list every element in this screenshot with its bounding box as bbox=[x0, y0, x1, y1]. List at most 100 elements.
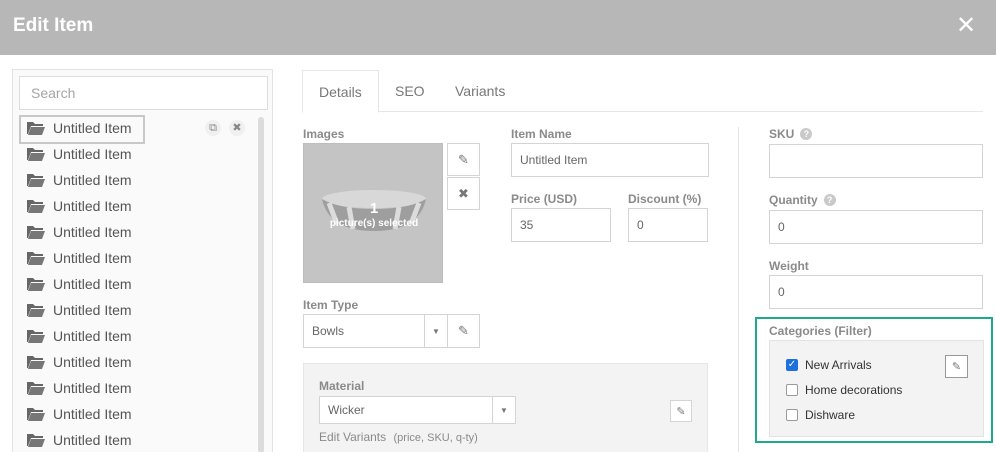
remove-images-button[interactable]: ✖ bbox=[447, 177, 480, 210]
tab-details[interactable]: Details bbox=[302, 70, 379, 113]
edit-images-button[interactable]: ✎ bbox=[447, 143, 480, 176]
tree-item-label: Untitled Item bbox=[53, 406, 132, 422]
folder-open-icon bbox=[27, 278, 45, 291]
sku-label: SKU? bbox=[769, 127, 813, 141]
chevron-down-icon: ▼ bbox=[500, 405, 508, 415]
tree-item-label: Untitled Item bbox=[53, 380, 132, 396]
discount-label: Discount (%) bbox=[628, 192, 702, 206]
item-name-field[interactable]: Untitled Item bbox=[511, 143, 709, 177]
category-label: Home decorations bbox=[805, 383, 903, 397]
tree-item-label: Untitled Item bbox=[53, 302, 132, 318]
tree-item-label: Untitled Item bbox=[53, 224, 132, 240]
sidebar-scrollbar[interactable] bbox=[258, 117, 264, 452]
tree-item[interactable]: Untitled Item bbox=[19, 323, 255, 349]
image-preview[interactable]: 1 picture(s) selected bbox=[303, 143, 443, 283]
weight-field[interactable]: 0 bbox=[769, 275, 983, 309]
quantity-label: Quantity? bbox=[769, 193, 836, 207]
help-icon[interactable]: ? bbox=[823, 194, 836, 206]
item-type-dropdown[interactable]: ▼ bbox=[424, 314, 448, 348]
folder-open-icon bbox=[27, 434, 45, 447]
category-label: Dishware bbox=[805, 408, 856, 422]
tree-item[interactable]: Untitled Item bbox=[19, 219, 255, 245]
material-label: Material bbox=[319, 379, 365, 393]
tree-item-label: Untitled Item bbox=[53, 432, 132, 448]
picture-count-text: picture(s) selected bbox=[329, 218, 419, 229]
search-input[interactable] bbox=[19, 76, 268, 110]
checkbox-checked[interactable]: ✓ bbox=[786, 359, 798, 371]
category-label: New Arrivals bbox=[805, 358, 872, 372]
folder-open-icon bbox=[27, 330, 45, 343]
material-dropdown[interactable]: ▼ bbox=[492, 396, 516, 424]
discount-field[interactable]: 0 bbox=[628, 208, 708, 242]
folder-open-icon bbox=[27, 200, 45, 213]
modal-title: Edit Item bbox=[13, 15, 94, 36]
folder-open-icon bbox=[27, 356, 45, 369]
quantity-field[interactable]: 0 bbox=[769, 210, 983, 244]
tree-item[interactable]: Untitled Item bbox=[19, 349, 255, 375]
close-icon[interactable]: ✕ bbox=[954, 14, 978, 38]
edit-item-type-button[interactable]: ✎ bbox=[447, 314, 480, 348]
category-option-dishware[interactable]: Dishware bbox=[786, 408, 855, 422]
checkbox[interactable] bbox=[786, 409, 798, 421]
item-type-select[interactable]: Bowls bbox=[303, 314, 425, 348]
edit-variants-hint: (price, SKU, q-ty) bbox=[393, 432, 478, 444]
tree-item[interactable]: Untitled Item bbox=[19, 427, 255, 452]
folder-open-icon bbox=[27, 226, 45, 239]
tree-item[interactable]: Untitled Item ⧉ ✖ bbox=[19, 115, 255, 144]
column-divider bbox=[738, 127, 739, 452]
tree-item-label: Untitled Item bbox=[53, 276, 132, 292]
tab-bar: Details SEO Variants bbox=[302, 70, 983, 113]
copy-icon[interactable]: ⧉ bbox=[205, 120, 221, 136]
categories-label: Categories (Filter) bbox=[769, 324, 872, 338]
folder-open-icon bbox=[27, 174, 45, 187]
edit-variants-label: Edit Variants bbox=[319, 430, 387, 444]
edit-variants-link[interactable]: Edit Variants (price, SKU, q-ty) bbox=[319, 430, 478, 444]
edit-material-button[interactable]: ✎ bbox=[670, 400, 692, 422]
modal-header: Edit Item ✕ bbox=[0, 0, 996, 55]
delete-icon[interactable]: ✖ bbox=[229, 120, 245, 136]
pencil-icon: ✎ bbox=[951, 361, 962, 373]
tree-item-label: Untitled Item bbox=[53, 198, 132, 214]
tab-seo[interactable]: SEO bbox=[395, 70, 425, 112]
close-icon: ✖ bbox=[458, 185, 469, 201]
tree-item[interactable]: Untitled Item bbox=[19, 193, 255, 219]
chevron-down-icon: ▼ bbox=[432, 326, 440, 336]
row-actions: ⧉ ✖ bbox=[205, 120, 245, 136]
price-field[interactable]: 35 bbox=[511, 208, 611, 242]
tree-item-label: Untitled Item bbox=[53, 146, 132, 162]
item-tree: Untitled Item ⧉ ✖ Untitled Item Untitled… bbox=[19, 115, 255, 452]
folder-open-icon bbox=[27, 382, 45, 395]
tree-item-label: Untitled Item bbox=[53, 250, 132, 266]
item-type-label: Item Type bbox=[303, 298, 359, 312]
tab-variants[interactable]: Variants bbox=[455, 70, 505, 112]
item-name-label: Item Name bbox=[511, 127, 572, 141]
folder-open-icon bbox=[27, 304, 45, 317]
category-option-home-decorations[interactable]: Home decorations bbox=[786, 383, 902, 397]
pencil-icon: ✎ bbox=[676, 405, 686, 418]
material-panel: Material Wicker ▼ ✎ Edit Variants (price… bbox=[303, 363, 708, 452]
folder-open-icon bbox=[27, 148, 45, 161]
edit-categories-button[interactable]: ✎ bbox=[945, 355, 968, 378]
tree-item[interactable]: Untitled Item bbox=[19, 167, 255, 193]
tree-item[interactable]: Untitled Item bbox=[19, 141, 255, 167]
sku-field[interactable] bbox=[769, 144, 983, 178]
item-sidebar: Untitled Item ⧉ ✖ Untitled Item Untitled… bbox=[12, 69, 273, 452]
categories-box: ✓ New Arrivals Home decorations Dishware… bbox=[769, 340, 984, 437]
category-option-new-arrivals[interactable]: ✓ New Arrivals bbox=[786, 358, 872, 372]
quantity-label-text: Quantity bbox=[769, 193, 818, 207]
images-label: Images bbox=[303, 127, 345, 141]
material-select[interactable]: Wicker bbox=[319, 396, 493, 424]
tree-item[interactable]: Untitled Item bbox=[19, 297, 255, 323]
tree-item[interactable]: Untitled Item bbox=[19, 271, 255, 297]
picture-count: 1 bbox=[369, 200, 379, 217]
sku-label-text: SKU bbox=[769, 127, 795, 141]
checkbox[interactable] bbox=[786, 384, 798, 396]
price-label: Price (USD) bbox=[511, 192, 578, 206]
tree-item[interactable]: Untitled Item bbox=[19, 375, 255, 401]
tree-item-label: Untitled Item bbox=[53, 172, 132, 188]
tree-item[interactable]: Untitled Item bbox=[19, 245, 255, 271]
help-icon[interactable]: ? bbox=[800, 128, 813, 140]
pencil-icon: ✎ bbox=[458, 151, 469, 167]
folder-open-icon bbox=[27, 408, 45, 421]
tree-item[interactable]: Untitled Item bbox=[19, 401, 255, 427]
